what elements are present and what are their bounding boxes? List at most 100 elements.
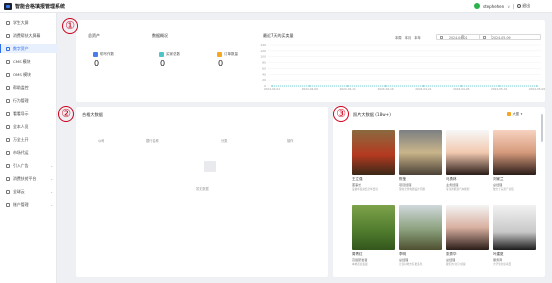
end-date-field[interactable]: 2024-05-09 <box>479 34 541 40</box>
module-icon <box>6 72 10 77</box>
sidebar: 学生大屏 消费帮扶大屏幕 数字资产 CMS 模块 OMS 模块 帮助监控 行为管… <box>0 13 57 283</box>
screen-icon <box>6 20 10 25</box>
sidebar-item-wanquan[interactable]: 万全土开 <box>0 135 57 144</box>
photo-card-image[interactable] <box>493 205 536 250</box>
behavior-icon <box>6 98 10 103</box>
photo-card-image[interactable] <box>446 130 489 175</box>
chevron-down-icon[interactable]: ∨ <box>507 4 510 9</box>
sidebar-item-oms[interactable]: OMS 模块 <box>0 70 57 79</box>
period-segment: 本周 本月 本年 <box>395 35 421 40</box>
date-separator: 至 <box>461 35 465 39</box>
photo-card-image[interactable] <box>399 130 442 175</box>
assets-big-data-panel <box>76 107 328 277</box>
calendar-icon <box>483 36 486 40</box>
photo-person-desc: 致力于完善产业链 <box>493 188 514 191</box>
sidebar-item-label: 全球云 <box>13 188 25 194</box>
photo-person-desc: 大学生创业项目 <box>493 263 512 266</box>
photo-count: (18w+) <box>375 112 391 117</box>
screen-icon <box>6 33 10 38</box>
image-icon <box>507 111 511 116</box>
people-icon <box>6 124 10 129</box>
app-logo-icon <box>4 3 12 10</box>
divider <box>513 3 515 9</box>
monitor-icon <box>6 85 10 90</box>
empty-state-text: 暂无数据 <box>196 187 209 191</box>
sidebar-item-guide[interactable]: 看看导示 <box>0 109 57 118</box>
logout-label: 退出 <box>522 3 531 8</box>
sidebar-item-behavior[interactable]: 行为管理 <box>0 96 57 105</box>
photo-card-image[interactable] <box>352 205 395 250</box>
sidebar-item-label: 市场代运 <box>13 149 29 155</box>
land-icon <box>6 137 10 142</box>
photo-card-image[interactable] <box>352 130 395 175</box>
order-icon <box>217 52 222 57</box>
stat-value: 0 <box>218 59 224 68</box>
stat-label: 助写作数 <box>100 52 114 56</box>
stat-label: 买家总数 <box>166 52 180 56</box>
sidebar-item-digital-assets[interactable]: 数字资产 <box>0 44 57 53</box>
stat-value: 0 <box>94 59 100 68</box>
empty-box-icon <box>204 161 216 172</box>
annotation-marker-3: ③ <box>333 106 349 122</box>
column-header-category: 分类 <box>221 139 228 143</box>
photo-person-desc: 设备年度总结全年会议 <box>352 188 378 191</box>
stat-buyers: 买家总数 0 <box>159 52 189 68</box>
sidebar-item-consumption-screen[interactable]: 消费帮扶大屏幕 <box>0 31 57 40</box>
sidebar-item-global-cloud[interactable]: 全球云 ⌄ <box>0 187 57 196</box>
sidebar-item-ads[interactable]: 引入广告 ⌄ <box>0 161 57 170</box>
photo-title-text: 照片大数据 <box>353 112 374 117</box>
sidebar-item-personnel[interactable]: 全本人员 <box>0 122 57 131</box>
buyer-icon <box>159 52 164 57</box>
annotation-marker-2: ② <box>58 106 74 122</box>
platform-icon <box>6 176 10 181</box>
sidebar-item-label: 账户管理 <box>13 201 29 207</box>
assets-icon <box>6 46 10 51</box>
chevron-down-icon: ⌄ <box>50 163 53 168</box>
stat-value: 0 <box>160 59 166 68</box>
power-icon <box>517 4 522 8</box>
scrollbar[interactable] <box>541 114 543 142</box>
user-area[interactable]: stephehen ∨ 退出 <box>474 3 530 9</box>
total-assets-title: 总资产 <box>88 33 100 38</box>
photo-card-image[interactable] <box>446 205 489 250</box>
sidebar-item-account[interactable]: 账户管理 ⌄ <box>0 200 57 209</box>
chevron-down-icon: ▾ <box>520 111 523 116</box>
cloud-icon <box>6 189 10 194</box>
sidebar-item-label: 万全土开 <box>13 136 29 142</box>
segment-month[interactable]: 本月 <box>405 35 412 40</box>
overview-panel <box>76 20 545 102</box>
sidebar-item-student-screen[interactable]: 学生大屏 <box>0 18 57 27</box>
logout-button[interactable]: 退出 <box>517 3 530 9</box>
wechat-icon <box>474 3 480 9</box>
photo-card-image[interactable] <box>399 205 442 250</box>
sidebar-item-label: 引入广告 <box>13 162 29 168</box>
user-name[interactable]: stephehen <box>483 4 504 9</box>
sidebar-item-poverty-platform[interactable]: 消费扶贫平台 ⌄ <box>0 174 57 183</box>
sidebar-item-market[interactable]: 市场代运 <box>0 148 57 157</box>
sidebar-item-label: CMS 模块 <box>13 58 31 64</box>
module-icon <box>6 59 10 64</box>
photo-person-desc: 我们的'北京'前提 <box>446 263 466 266</box>
market-icon <box>6 150 10 155</box>
photo-big-data-title: 照片大数据 (18w+) <box>353 112 391 118</box>
stat-orders: 订单数量 0 <box>217 52 247 68</box>
photo-person-desc: 现在全景电器设计问题 <box>399 188 425 191</box>
chart-title: 最近7天的买卖量 <box>263 33 294 38</box>
stat-writers: 助写作数 0 <box>93 52 123 68</box>
segment-year[interactable]: 本年 <box>414 35 421 40</box>
stat-label: 订单数量 <box>224 52 238 56</box>
sidebar-item-label: 学生大屏 <box>13 19 29 25</box>
data-overview-title: 数据概况 <box>152 33 168 38</box>
view-select[interactable]: 大图 ▾ <box>507 111 522 116</box>
photo-card-image[interactable] <box>493 130 536 175</box>
annotation-marker-1: ① <box>62 18 78 34</box>
calendar-icon <box>440 36 443 40</box>
sidebar-item-cms[interactable]: CMS 模块 <box>0 57 57 66</box>
sidebar-item-label: 消费扶贫平台 <box>13 175 37 181</box>
sidebar-item-monitoring[interactable]: 帮助监控 <box>0 83 57 92</box>
segment-week[interactable]: 本周 <box>395 35 402 40</box>
chevron-down-icon: ⌄ <box>50 189 53 194</box>
sidebar-item-label: 消费帮扶大屏幕 <box>13 32 41 38</box>
column-header-company: 公司 <box>98 139 105 143</box>
column-header-actions: 操作 <box>287 139 294 143</box>
